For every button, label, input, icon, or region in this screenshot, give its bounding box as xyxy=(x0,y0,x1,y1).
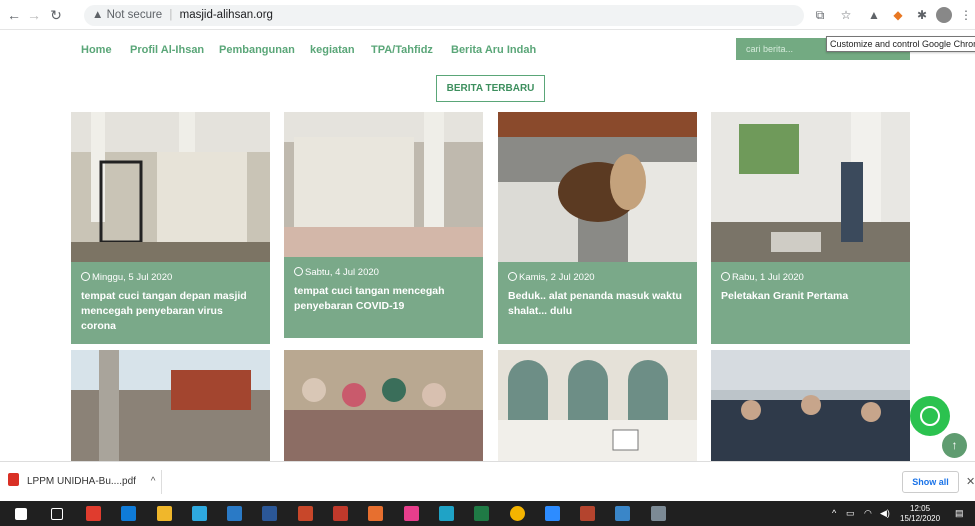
store-icon[interactable] xyxy=(121,506,136,521)
clock-icon xyxy=(508,272,517,281)
news-caption: Rabu, 1 Jul 2020 Peletakan Granit Pertam… xyxy=(711,262,910,344)
news-date: Kamis, 2 Jul 2020 xyxy=(508,272,687,283)
nav-pembangunan[interactable]: Pembangunan xyxy=(219,44,295,56)
news-date: Rabu, 1 Jul 2020 xyxy=(721,272,900,283)
news-image xyxy=(498,350,697,461)
news-image xyxy=(284,112,483,257)
news-caption: Kamis, 2 Jul 2020 Beduk.. alat penanda m… xyxy=(498,262,697,344)
news-caption: Sabtu, 4 Jul 2020 tempat cuci tangan men… xyxy=(284,257,483,338)
extension-icon[interactable]: ◆ xyxy=(890,7,906,23)
nav-home[interactable]: Home xyxy=(81,44,112,56)
news-image xyxy=(711,350,910,461)
news-card[interactable]: Minggu, 5 Jul 2020 tempat cuci tangan de… xyxy=(71,112,270,344)
scroll-to-top-button[interactable]: ↑ xyxy=(942,433,967,458)
download-bar: LPPM UNIDHA-Bu....pdf ^ Show all ✕ xyxy=(0,461,975,501)
news-card[interactable] xyxy=(498,350,697,461)
news-title[interactable]: Beduk.. alat penanda masuk waktu shalat.… xyxy=(508,289,687,319)
network-icon[interactable]: ▭ xyxy=(846,508,855,519)
wifi-icon[interactable]: ◠ xyxy=(864,508,872,519)
profile-avatar[interactable] xyxy=(936,7,952,23)
app-icon[interactable] xyxy=(404,506,419,521)
firefox-icon[interactable] xyxy=(368,506,383,521)
drive-extension-icon[interactable]: ▲ xyxy=(866,7,882,23)
app-icon[interactable] xyxy=(651,506,666,521)
latest-news-button[interactable]: BERITA TERBARU xyxy=(436,75,545,102)
news-title[interactable]: tempat cuci tangan depan masjid mencegah… xyxy=(81,289,260,334)
powerpoint-icon[interactable] xyxy=(298,506,313,521)
bookmark-star-icon[interactable]: ☆ xyxy=(838,7,854,23)
download-item[interactable]: LPPM UNIDHA-Bu....pdf ^ xyxy=(8,470,163,494)
app-icon[interactable] xyxy=(333,506,348,521)
menu-dots-icon[interactable]: ⋮ xyxy=(958,7,974,23)
chrome-icon[interactable] xyxy=(510,506,525,521)
news-image xyxy=(71,350,270,461)
reload-icon[interactable]: ↻ xyxy=(48,7,64,24)
news-card[interactable]: Rabu, 1 Jul 2020 Peletakan Granit Pertam… xyxy=(711,112,910,344)
url-text[interactable]: masjid-alihsan.org xyxy=(180,9,273,21)
clock-time: 12:05 xyxy=(910,504,931,513)
clock-icon xyxy=(81,272,90,281)
news-image xyxy=(498,112,697,262)
search-input[interactable]: cari berita... xyxy=(736,38,836,60)
notification-icon[interactable]: ▤ xyxy=(955,508,964,519)
volume-icon[interactable]: ◀) xyxy=(880,508,890,519)
zoom-icon[interactable] xyxy=(545,506,560,521)
forward-icon[interactable]: → xyxy=(26,7,42,23)
word-icon[interactable] xyxy=(262,506,277,521)
windows-start-icon[interactable] xyxy=(15,508,27,520)
news-card[interactable]: Sabtu, 4 Jul 2020 tempat cuci tangan men… xyxy=(284,112,483,338)
browser-toolbar: ← → ↻ ▲ Not secure | masjid-alihsan.org … xyxy=(0,0,975,30)
pdf-icon xyxy=(8,473,19,486)
edge-icon[interactable] xyxy=(439,506,454,521)
puzzle-icon[interactable]: ✱ xyxy=(914,7,930,23)
download-filename: LPPM UNIDHA-Bu....pdf xyxy=(27,476,136,487)
news-date: Minggu, 5 Jul 2020 xyxy=(81,272,260,283)
close-icon[interactable]: ✕ xyxy=(966,475,975,488)
news-image xyxy=(284,350,483,461)
nav-berita-aru[interactable]: Berita Aru Indah xyxy=(451,44,536,56)
taskbar-app-icon[interactable] xyxy=(86,506,101,521)
system-clock[interactable]: 12:05 15/12/2020 xyxy=(900,504,940,524)
app-icon[interactable] xyxy=(580,506,595,521)
nav-kegiatan[interactable]: kegiatan xyxy=(310,44,355,56)
news-title[interactable]: Peletakan Granit Pertama xyxy=(721,289,900,304)
news-card[interactable] xyxy=(71,350,270,461)
arrow-up-icon: ↑ xyxy=(951,438,958,452)
task-view-icon[interactable] xyxy=(51,508,63,520)
tray-chevron-icon[interactable]: ^ xyxy=(832,508,836,518)
warning-icon[interactable]: ▲ xyxy=(92,9,103,21)
taskbar: ^ ▭ ◠ ◀) 12:05 15/12/2020 ▤ xyxy=(0,501,975,526)
file-explorer-icon[interactable] xyxy=(157,506,172,521)
translate-icon[interactable]: ⧉ xyxy=(812,7,828,23)
clock-date: 15/12/2020 xyxy=(900,514,941,523)
news-card[interactable]: Kamis, 2 Jul 2020 Beduk.. alat penanda m… xyxy=(498,112,697,344)
news-card[interactable] xyxy=(284,350,483,461)
security-label: Not secure xyxy=(106,9,163,21)
news-date: Sabtu, 4 Jul 2020 xyxy=(294,267,473,278)
nav-tpa[interactable]: TPA/Tahfidz xyxy=(371,44,433,56)
back-icon[interactable]: ← xyxy=(6,7,22,23)
news-caption: Minggu, 5 Jul 2020 tempat cuci tangan de… xyxy=(71,262,270,344)
app-icon[interactable] xyxy=(615,506,630,521)
address-bar[interactable]: ▲ Not secure | masjid-alihsan.org xyxy=(84,5,804,26)
whatsapp-button[interactable] xyxy=(910,396,950,436)
news-card[interactable] xyxy=(711,350,910,461)
whatsapp-icon xyxy=(920,406,940,426)
excel-icon[interactable] xyxy=(474,506,489,521)
show-all-button[interactable]: Show all xyxy=(902,471,959,493)
clock-icon xyxy=(721,272,730,281)
chevron-up-icon[interactable]: ^ xyxy=(151,476,156,487)
news-title[interactable]: tempat cuci tangan mencegah penyebaran C… xyxy=(294,284,473,314)
news-image xyxy=(711,112,910,262)
news-image xyxy=(71,112,270,262)
nav-profil[interactable]: Profil Al-Ihsan xyxy=(130,44,204,56)
mail-icon[interactable] xyxy=(227,506,242,521)
chrome-menu-tooltip: Customize and control Google Chrome xyxy=(826,36,975,52)
telegram-icon[interactable] xyxy=(192,506,207,521)
clock-icon xyxy=(294,267,303,276)
